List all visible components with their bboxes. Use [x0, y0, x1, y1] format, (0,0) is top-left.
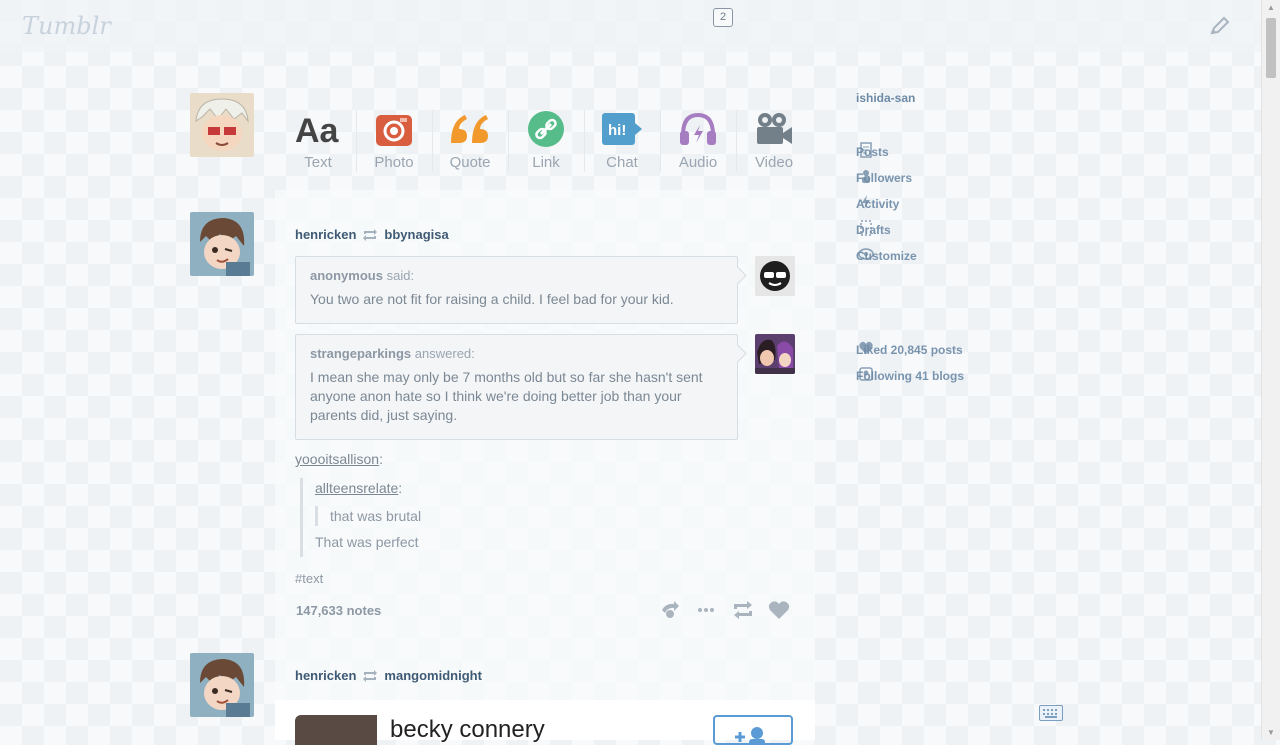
inbox-count-badge[interactable]: 2	[713, 8, 733, 27]
post-header: henricken mangomidnight	[295, 668, 482, 683]
post-actions	[660, 600, 790, 620]
scrollbar[interactable]: ▲ ▼	[1261, 0, 1280, 740]
reblog-icon	[363, 669, 378, 682]
anonymous-avatar	[755, 256, 795, 296]
answer-bubble: strangeparkings answered: I mean she may…	[295, 334, 738, 440]
post-author-avatar[interactable]	[190, 212, 254, 276]
heart-icon	[859, 341, 873, 354]
more-options-icon[interactable]	[696, 600, 716, 620]
video-camera-icon	[757, 113, 792, 144]
post-type-link[interactable]: Link	[508, 108, 584, 180]
post-type-label: Text	[304, 154, 332, 171]
post-author-link[interactable]: henricken	[295, 227, 356, 242]
sidebar-item-customize[interactable]: Customize	[856, 248, 917, 263]
add-user-icon	[735, 727, 765, 745]
top-bar: Tumblr 2	[0, 0, 1262, 52]
post-type-toolbar: Aa Text Photo Quote Link hi! Chat Audio	[280, 108, 814, 180]
answerer-name: strangeparkings	[310, 346, 412, 361]
post-type-label: Video	[754, 154, 794, 171]
nested-user-link[interactable]: allteensrelate	[315, 480, 398, 496]
like-heart-icon[interactable]	[768, 600, 790, 620]
answerer-avatar[interactable]	[755, 334, 795, 374]
post-type-label: Link	[532, 154, 560, 171]
follow-button[interactable]	[713, 715, 793, 745]
nested-quote: that was brutal	[315, 506, 735, 526]
sidebar-item-posts[interactable]: Posts	[856, 142, 889, 159]
following-icon	[859, 367, 873, 381]
share-icon[interactable]	[660, 600, 680, 620]
ask-bubble: anonymous said: You two are not fit for …	[295, 256, 738, 324]
reblog-colon: :	[379, 451, 383, 467]
nested-reply: That was perfect	[315, 534, 419, 550]
keyboard-shortcuts-icon[interactable]	[1039, 705, 1063, 721]
svg-text:Aa: Aa	[295, 112, 340, 147]
pencil-icon[interactable]	[1208, 14, 1232, 38]
post-type-video[interactable]: Video	[736, 108, 812, 180]
sidebar-blog-name[interactable]: ishida-san	[856, 91, 915, 105]
post-type-label: Chat	[606, 154, 638, 171]
reblog-icon	[363, 228, 378, 241]
post-type-label: Photo	[374, 154, 414, 171]
posts-icon	[860, 142, 872, 158]
nested-colon: :	[398, 480, 403, 496]
tumblr-logo[interactable]: Tumblr	[22, 12, 111, 40]
card-thumbnail	[295, 715, 377, 745]
scroll-down-arrow-icon[interactable]: ▼	[1267, 728, 1275, 737]
reblog-quote: allteensrelate: that was brutal That was…	[300, 478, 735, 557]
post-author-link[interactable]: henricken	[295, 668, 356, 683]
activity-icon	[862, 195, 870, 209]
sidebar-item-followers[interactable]: Followers	[856, 170, 912, 185]
reblog-button-icon[interactable]	[732, 600, 752, 620]
post-author-avatar[interactable]	[190, 653, 254, 717]
sidebar-liked-posts[interactable]: Liked 20,845 posts	[856, 341, 963, 357]
post-type-chat[interactable]: hi! Chat	[584, 108, 660, 180]
post-type-photo[interactable]: Photo	[356, 108, 432, 180]
headphones-icon	[680, 112, 716, 145]
ask-question: You two are not fit for raising a child.…	[310, 291, 674, 307]
reblogged-from-link[interactable]: bbynagisa	[384, 227, 448, 242]
post-header: henricken bbynagisa	[295, 227, 449, 242]
text-icon: Aa	[295, 112, 340, 147]
post-type-quote[interactable]: Quote	[432, 108, 508, 180]
asker-name: anonymous	[310, 268, 383, 283]
followers-icon	[862, 170, 870, 183]
scroll-up-arrow-icon[interactable]: ▲	[1267, 3, 1275, 12]
post-tag[interactable]: #text	[295, 571, 323, 586]
post-type-audio[interactable]: Audio	[660, 108, 736, 180]
reblog-user-link[interactable]: yoooitsallison	[295, 451, 379, 467]
quote-icon	[451, 115, 488, 143]
sidebar-item-activity[interactable]: Activity	[856, 195, 899, 211]
sidebar-item-drafts[interactable]: Drafts	[856, 220, 891, 237]
scroll-thumb[interactable]	[1266, 18, 1276, 78]
answer-text: I mean she may only be 7 months old but …	[310, 369, 703, 423]
reblogged-from-link[interactable]: mangomidnight	[384, 668, 482, 683]
my-avatar[interactable]	[190, 93, 254, 157]
post-type-text[interactable]: Aa Text	[280, 108, 356, 180]
post-type-label: Quote	[449, 154, 491, 171]
reblog-chain-user: yoooitsallison:	[295, 451, 383, 467]
camera-icon	[376, 115, 412, 146]
post-type-label: Audio	[678, 154, 718, 171]
notes-count[interactable]: 147,633 notes	[296, 603, 381, 618]
chat-icon: hi!	[602, 113, 642, 145]
post-card: becky connery	[275, 700, 815, 745]
said-label: said:	[386, 268, 415, 283]
answered-label: answered:	[414, 346, 475, 361]
customize-icon	[858, 248, 874, 260]
svg-text:hi!: hi!	[608, 122, 626, 139]
sidebar-following-blogs[interactable]: Following 41 blogs	[856, 367, 964, 383]
link-icon	[528, 111, 564, 147]
drafts-icon	[860, 220, 872, 236]
